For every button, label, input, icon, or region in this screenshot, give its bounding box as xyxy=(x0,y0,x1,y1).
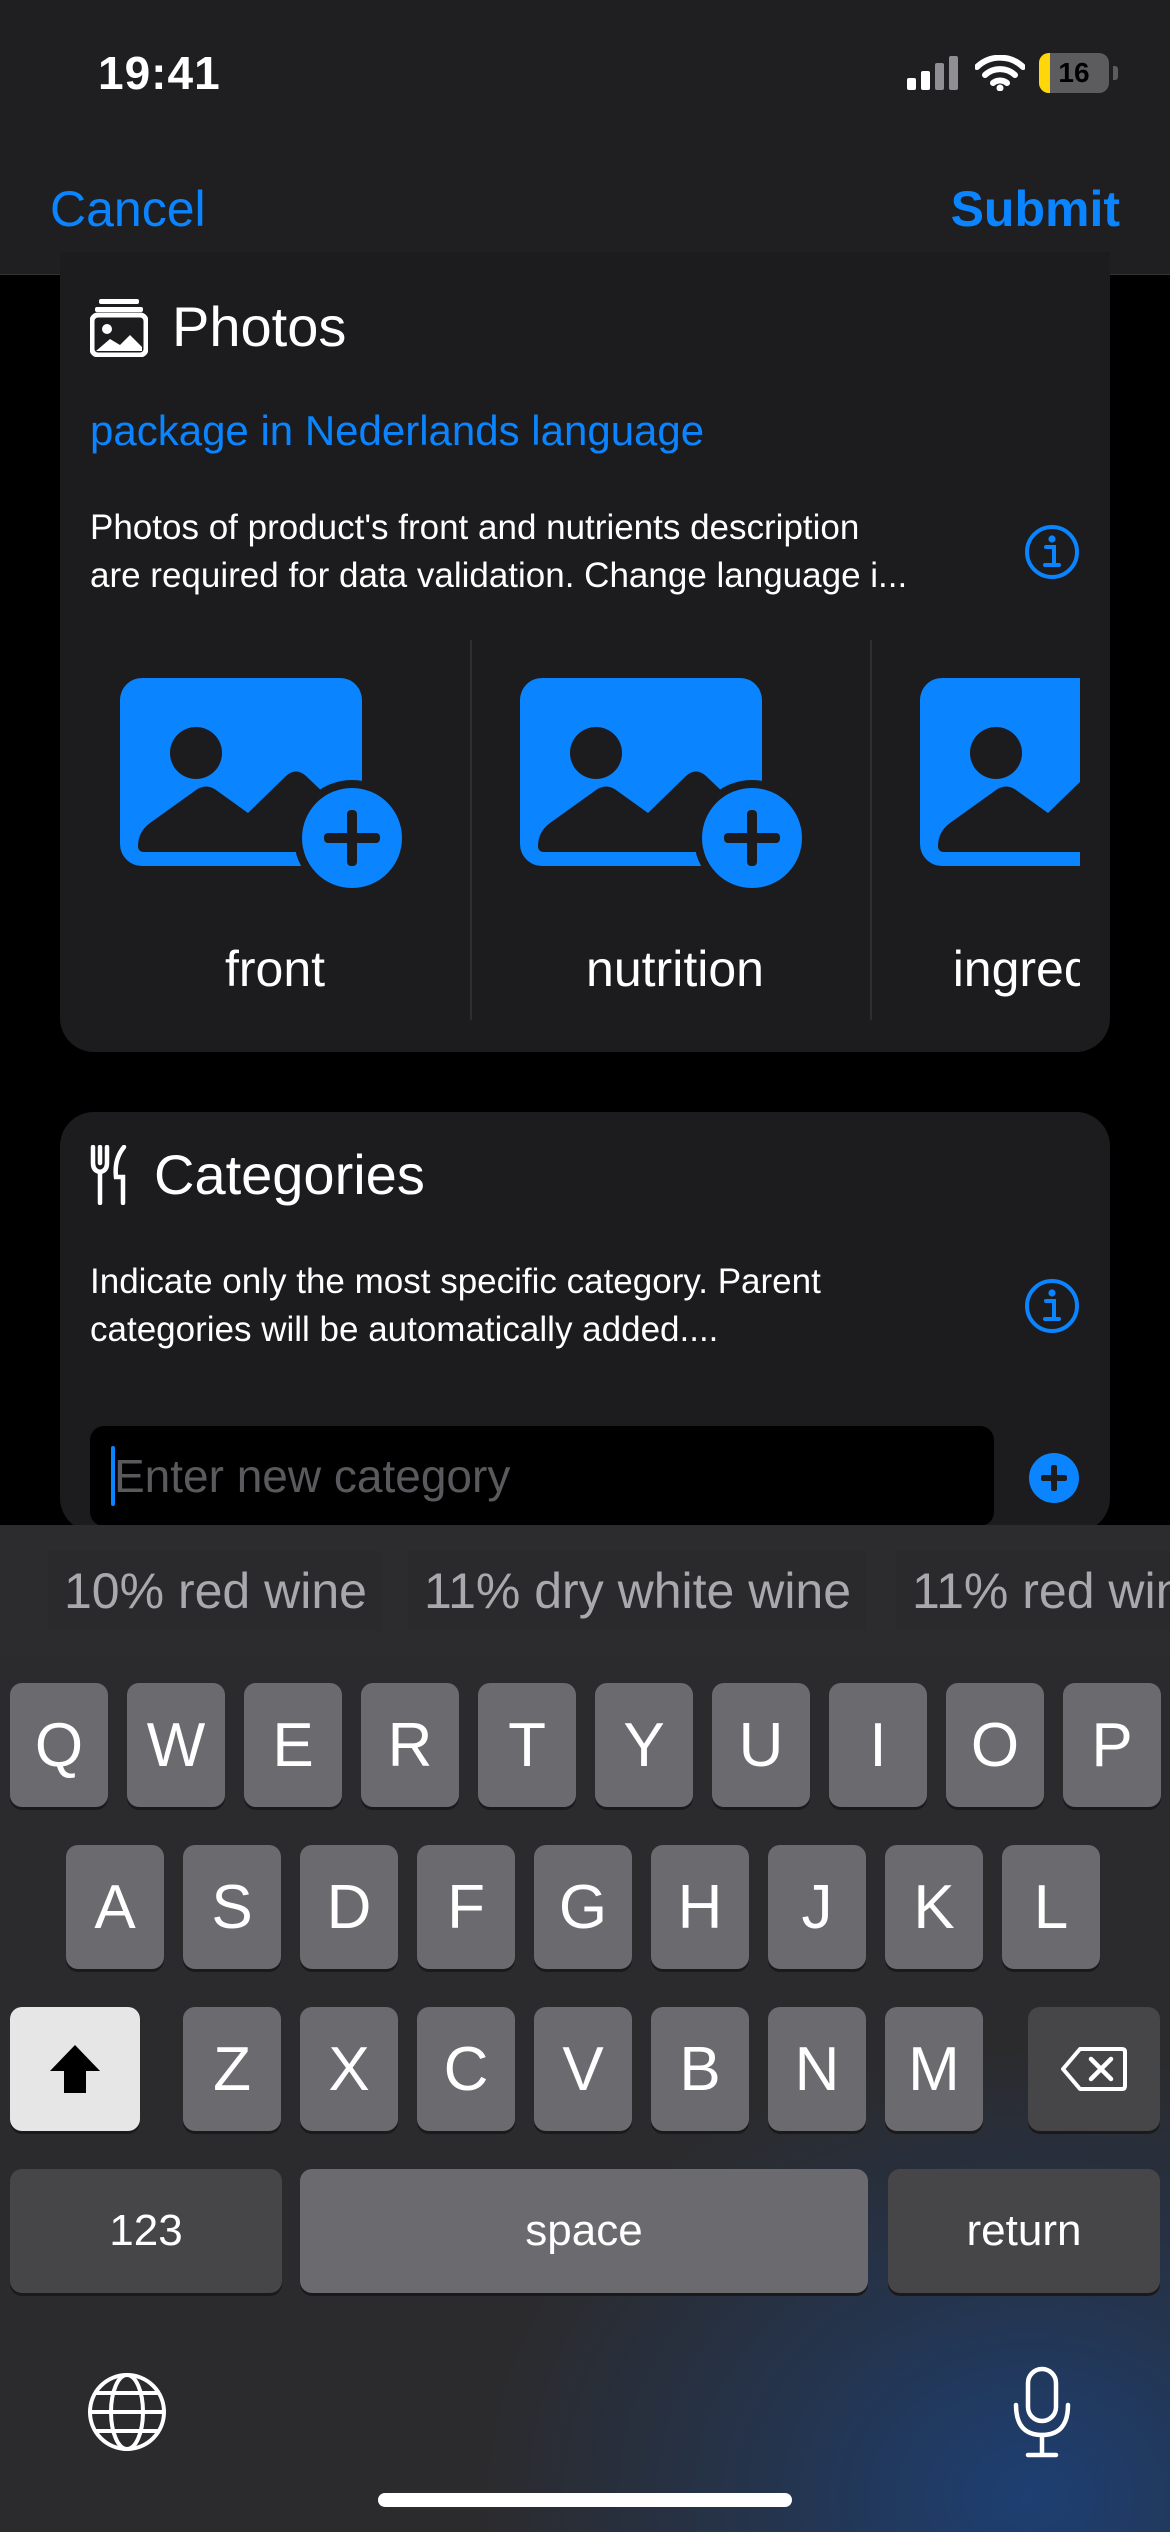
wifi-icon xyxy=(975,55,1025,91)
photo-slot-nutrition[interactable]: nutrition xyxy=(490,640,888,1024)
category-input[interactable] xyxy=(90,1426,994,1526)
category-input-field[interactable] xyxy=(90,1426,994,1526)
key-t[interactable]: T xyxy=(478,1683,576,1807)
key-c[interactable]: C xyxy=(417,2007,515,2131)
key-m[interactable]: M xyxy=(885,2007,983,2131)
key-d[interactable]: D xyxy=(300,1845,398,1969)
photos-description: Photos of product's front and nutrients … xyxy=(90,504,907,600)
photo-badge-plus-icon xyxy=(920,678,1080,866)
info-icon[interactable] xyxy=(1024,1278,1080,1334)
battery-percent: 16 xyxy=(1058,57,1090,88)
mic-icon[interactable] xyxy=(1010,2365,1074,2461)
suggestion-chip[interactable]: 11% red wine xyxy=(896,1551,1170,1631)
categories-description-line: Indicate only the most specific category… xyxy=(90,1262,821,1301)
home-indicator[interactable] xyxy=(378,2493,792,2507)
categories-card: Categories Indicate only the most specif… xyxy=(60,1112,1110,1532)
battery-indicator: 16 xyxy=(1039,53,1109,93)
photo-stack-icon xyxy=(90,298,148,357)
submit-button[interactable]: Submit xyxy=(951,180,1120,238)
photo-slot-front[interactable]: front xyxy=(90,640,488,1024)
key-y[interactable]: Y xyxy=(595,1683,693,1807)
key-i[interactable]: I xyxy=(829,1683,927,1807)
key-h[interactable]: H xyxy=(651,1845,749,1969)
key-w[interactable]: W xyxy=(127,1683,225,1807)
key-z[interactable]: Z xyxy=(183,2007,281,2131)
key-l[interactable]: L xyxy=(1002,1845,1100,1969)
photos-card: Photos package in Nederlands language Ph… xyxy=(60,252,1110,1052)
photo-badge-plus-icon xyxy=(520,678,810,896)
status-time: 19:41 xyxy=(98,47,221,99)
key-a[interactable]: A xyxy=(66,1845,164,1969)
suggestions-bar: 10% red wine 11% dry white wine 11% red … xyxy=(0,1525,1170,1655)
photo-divider xyxy=(870,640,872,1020)
numbers-key[interactable]: 123 xyxy=(10,2169,282,2293)
cancel-button[interactable]: Cancel xyxy=(50,180,206,238)
status-bar: 19:41 16 xyxy=(0,0,1170,160)
key-u[interactable]: U xyxy=(712,1683,810,1807)
photo-slot-label: ingredients xyxy=(952,941,1080,997)
key-j[interactable]: J xyxy=(768,1845,866,1969)
delete-left-icon xyxy=(1061,2047,1127,2091)
key-q[interactable]: Q xyxy=(10,1683,108,1807)
key-e[interactable]: E xyxy=(244,1683,342,1807)
return-key[interactable]: return xyxy=(888,2169,1160,2293)
photos-description-line: Photos of product's front and nutrients … xyxy=(90,508,860,547)
shift-icon xyxy=(50,2045,100,2093)
space-key[interactable]: space xyxy=(300,2169,868,2293)
cellular-signal-icon xyxy=(907,56,958,90)
key-r[interactable]: R xyxy=(361,1683,459,1807)
photos-title: Photos xyxy=(172,295,347,358)
key-n[interactable]: N xyxy=(768,2007,866,2131)
key-f[interactable]: F xyxy=(417,1845,515,1969)
key-o[interactable]: O xyxy=(946,1683,1044,1807)
key-v[interactable]: V xyxy=(534,2007,632,2131)
status-icons: 16 xyxy=(907,50,1118,96)
battery-tip xyxy=(1113,66,1118,80)
key-s[interactable]: S xyxy=(183,1845,281,1969)
suggestion-chip[interactable]: 11% dry white wine xyxy=(408,1551,868,1631)
photo-divider xyxy=(470,640,472,1020)
globe-icon[interactable] xyxy=(86,2371,168,2453)
fork-knife-icon xyxy=(90,1144,127,1205)
key-x[interactable]: X xyxy=(300,2007,398,2131)
key-b[interactable]: B xyxy=(651,2007,749,2131)
keyboard: Q W E R T Y U I O P A S D F G H J K L Z … xyxy=(0,1655,1170,2532)
photo-badge-plus-icon xyxy=(120,678,410,896)
categories-header: Categories xyxy=(90,1142,425,1207)
plus-circle-icon[interactable] xyxy=(1028,1452,1080,1504)
info-icon[interactable] xyxy=(1024,524,1080,580)
photo-carousel[interactable]: front nutrition ingred xyxy=(90,640,1080,1024)
delete-key[interactable] xyxy=(1028,2007,1160,2131)
categories-description: Indicate only the most specific category… xyxy=(90,1258,821,1354)
photo-slot-label: nutrition xyxy=(586,941,764,997)
key-g[interactable]: G xyxy=(534,1845,632,1969)
suggestion-chip[interactable]: 10% red wine xyxy=(48,1551,383,1631)
key-k[interactable]: K xyxy=(885,1845,983,1969)
photos-language-link[interactable]: package in Nederlands language xyxy=(90,407,704,455)
categories-description-line: categories will be automatically added..… xyxy=(90,1310,719,1349)
photos-header: Photos xyxy=(90,294,346,359)
shift-key[interactable] xyxy=(10,2007,140,2131)
photos-description-line: are required for data validation. Change… xyxy=(90,556,908,595)
key-p[interactable]: P xyxy=(1063,1683,1161,1807)
categories-title: Categories xyxy=(154,1143,425,1206)
text-cursor xyxy=(111,1446,115,1506)
photo-slot-label: front xyxy=(224,941,326,997)
photo-slot-ingredients[interactable]: ingredients xyxy=(890,640,1080,1024)
